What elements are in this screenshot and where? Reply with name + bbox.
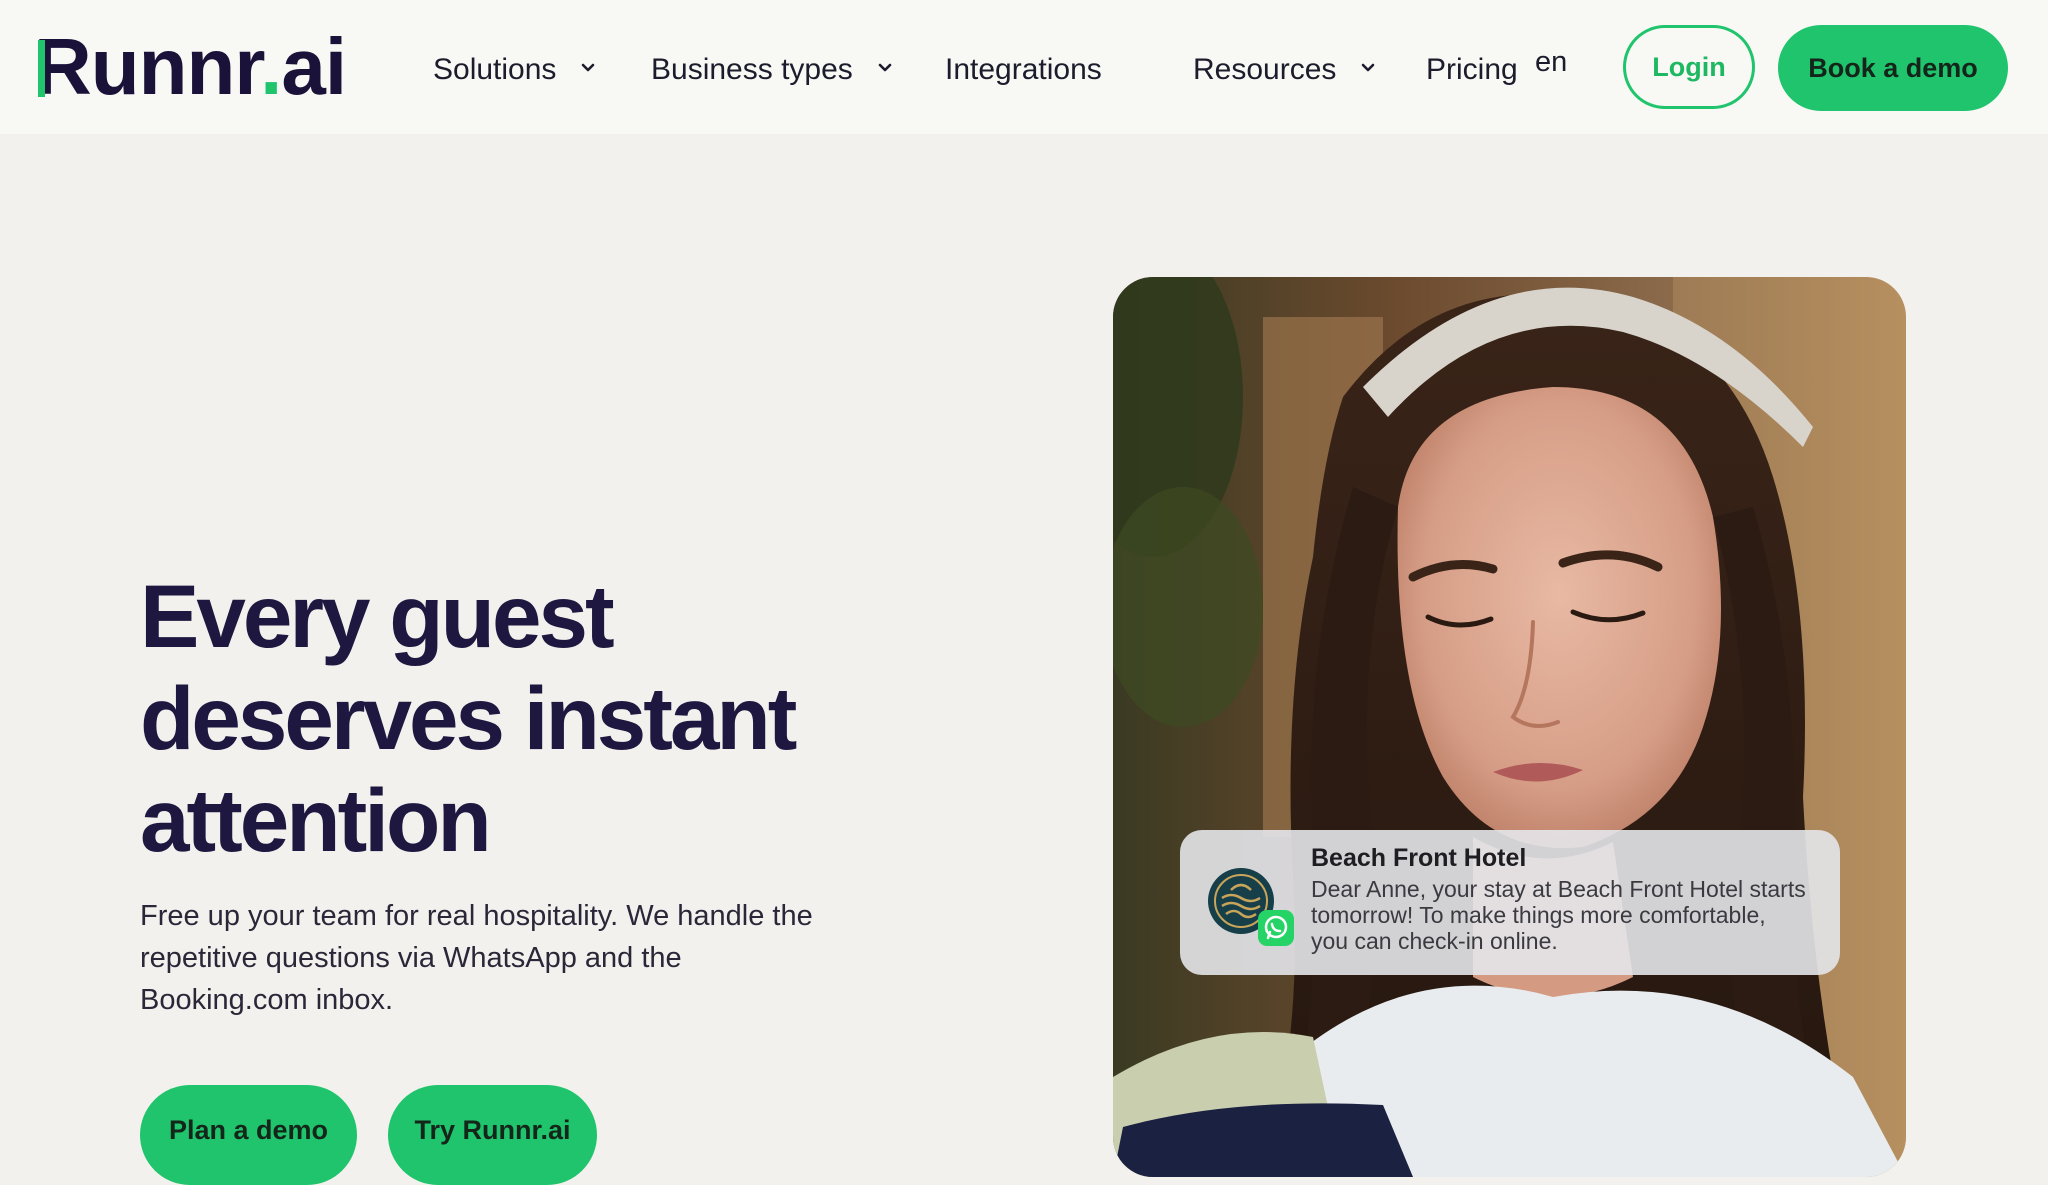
notification-body-line: Dear Anne, your stay at Beach Front Hote… <box>1311 876 1806 902</box>
chevron-down-icon <box>582 63 595 72</box>
site-header: Runnr.ai Solutions Business types Integr… <box>0 0 2048 134</box>
chevron-down-icon <box>1362 63 1375 72</box>
logo-dot: . <box>260 22 282 111</box>
whatsapp-notification: Beach Front Hotel Dear Anne, your stay a… <box>1180 830 1840 975</box>
hero-subtitle-line: repetitive questions via WhatsApp and th… <box>140 942 682 974</box>
hero-subtitle-line: Free up your team for real hospitality. … <box>140 900 813 932</box>
book-demo-button[interactable]: Book a demo <box>1778 25 2008 111</box>
nav-pricing-label: Pricing <box>1426 53 1518 86</box>
whatsapp-icon <box>1258 910 1294 946</box>
hero-subtitle: Free up your team for real hospitality. … <box>140 895 880 1021</box>
nav-resources-label: Resources <box>1193 53 1337 86</box>
nav-pricing[interactable]: Pricing <box>1426 50 1518 90</box>
hero-photo <box>1113 277 1906 1177</box>
nav-business-types[interactable]: Business types <box>651 50 893 90</box>
logo-accent-bar <box>38 40 45 97</box>
logo-suffix: ai <box>281 22 347 111</box>
nav-solutions[interactable]: Solutions <box>433 50 596 90</box>
nav-integrations-label: Integrations <box>945 53 1102 86</box>
runnr-logo[interactable]: Runnr.ai <box>34 22 347 112</box>
hero-title-line: Every guest <box>140 566 615 666</box>
nav-integrations[interactable]: Integrations <box>945 50 1102 90</box>
notification-body-line: tomorrow! To make things more comfortabl… <box>1311 902 1766 928</box>
language-switcher[interactable]: en <box>1535 46 1567 79</box>
hero-title-line: attention <box>140 770 492 870</box>
hero-subtitle-line: Booking.com inbox. <box>140 984 394 1016</box>
notification-body-line: you can check-in online. <box>1311 928 1558 954</box>
logo-text: Runnr <box>34 22 261 111</box>
notification-body: Dear Anne, your stay at Beach Front Hote… <box>1311 876 1831 954</box>
chevron-down-icon <box>878 63 892 72</box>
woman-with-phone-illustration <box>1113 277 1906 1177</box>
hero-title: Every guest deserves instant attention <box>140 565 900 871</box>
notification-title: Beach Front Hotel <box>1311 844 1527 872</box>
hero-title-line: deserves instant <box>140 668 797 768</box>
nav-resources[interactable]: Resources <box>1193 50 1376 90</box>
try-runnr-button[interactable]: Try Runnr.ai <box>388 1085 597 1185</box>
plan-demo-button[interactable]: Plan a demo <box>140 1085 357 1185</box>
nav-solutions-label: Solutions <box>433 53 557 86</box>
login-button[interactable]: Login <box>1623 25 1755 109</box>
nav-business-types-label: Business types <box>651 53 853 86</box>
